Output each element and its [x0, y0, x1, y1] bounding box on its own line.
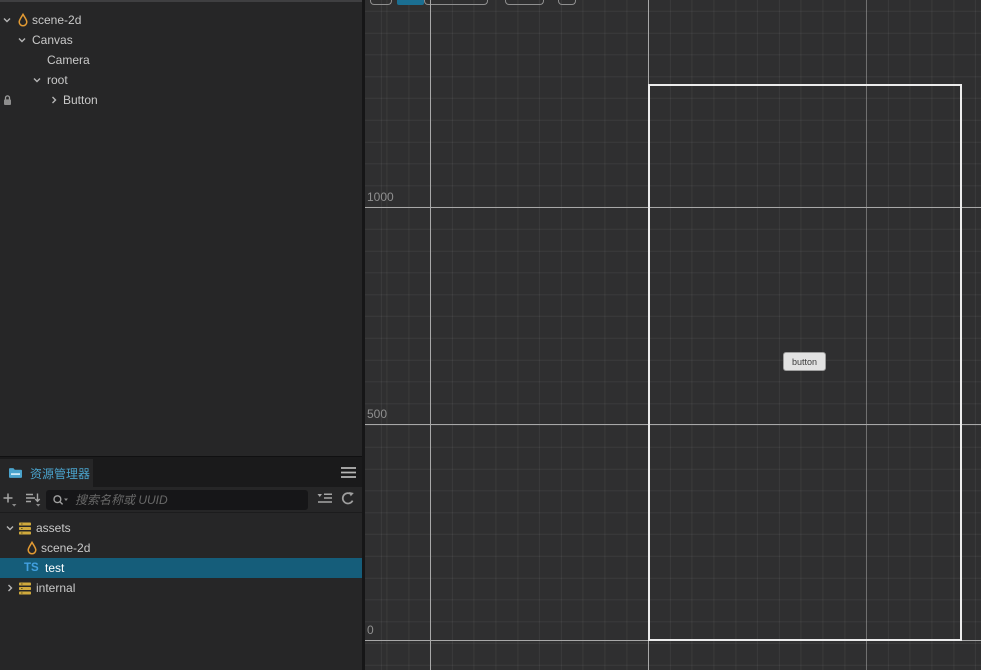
asset-label: internal	[36, 581, 76, 595]
asset-db-icon	[19, 522, 31, 534]
plus-icon	[3, 493, 17, 507]
chevron-down-icon[interactable]	[17, 35, 27, 45]
ruler-label-500: 500	[367, 407, 388, 421]
hierarchy-row-camera[interactable]: Camera	[0, 50, 362, 70]
asset-db-icon	[19, 582, 31, 594]
asset-search-box[interactable]	[46, 490, 308, 510]
chevron-right-icon[interactable]	[5, 583, 15, 593]
assets-panel: 资源管理器 搜索名称或 UUID assets scene-2d TS test…	[0, 456, 362, 670]
search-icon[interactable]	[52, 494, 69, 507]
node-label: Canvas	[32, 33, 73, 47]
lock-icon[interactable]	[2, 94, 13, 106]
refresh-button[interactable]	[339, 491, 357, 509]
hierarchy-panel: scene-2d Canvas Camera root Button	[0, 0, 362, 456]
gizmo-tool-button[interactable]	[370, 0, 392, 5]
ruler-label-1000: 1000	[367, 190, 394, 204]
asset-row-scene-2d[interactable]: scene-2d	[0, 538, 362, 558]
chevron-down-icon[interactable]	[5, 523, 15, 533]
hierarchy-row-root[interactable]: root	[0, 70, 362, 90]
asset-label: scene-2d	[41, 541, 91, 555]
panel-menu-button[interactable]	[340, 466, 357, 479]
editor-window: scene-2d Canvas Camera root Button 资源管理器…	[0, 0, 981, 670]
ruler-label-0: 0	[367, 623, 374, 637]
scene-view[interactable]: 1000 500 0 button	[365, 0, 981, 670]
folder-icon	[9, 468, 22, 478]
chevron-right-icon[interactable]	[49, 95, 59, 105]
node-label: Camera	[47, 53, 90, 67]
asset-row-internal[interactable]: internal	[0, 578, 362, 598]
hamburger-icon	[341, 467, 356, 478]
scene-button-node[interactable]: button	[783, 352, 826, 371]
assets-tree: assets scene-2d TS test internal	[0, 513, 362, 598]
left-column: scene-2d Canvas Camera root Button 资源管理器…	[0, 0, 362, 670]
node-label: scene-2d	[32, 13, 82, 27]
chevron-down-icon[interactable]	[32, 75, 42, 85]
asset-label: test	[45, 561, 65, 575]
list-expand-icon	[317, 493, 332, 503]
panel-tab-label: 资源管理器	[30, 466, 91, 481]
asset-row-test[interactable]: TS test	[0, 558, 362, 578]
scene-asset-icon	[18, 13, 28, 27]
asset-label: assets	[36, 521, 71, 535]
tab-assets-manager[interactable]: 资源管理器	[0, 459, 93, 487]
expand-collapse-button[interactable]	[316, 491, 334, 509]
assets-toolbar	[0, 487, 362, 513]
search-input[interactable]	[73, 492, 302, 508]
scene-button-label: button	[791, 356, 818, 367]
node-label: Button	[63, 93, 98, 107]
scene-asset-icon	[27, 541, 37, 555]
hierarchy-row-button[interactable]: Button	[0, 90, 362, 110]
assets-tabbar: 资源管理器	[0, 457, 362, 487]
asset-row-assets[interactable]: assets	[0, 518, 362, 538]
gizmo-tool-button[interactable]	[424, 0, 488, 5]
grid-major-vline	[430, 0, 431, 670]
typescript-badge: TS	[24, 562, 39, 574]
sort-icon	[26, 493, 41, 507]
gizmo-tool-button-active[interactable]	[397, 0, 424, 5]
chevron-down-icon[interactable]	[2, 15, 12, 25]
hierarchy-row-canvas[interactable]: Canvas	[0, 30, 362, 50]
sort-assets-button[interactable]	[24, 491, 42, 509]
add-asset-button[interactable]	[1, 491, 19, 509]
refresh-icon	[341, 492, 354, 505]
gizmo-tool-button[interactable]	[558, 0, 576, 5]
gizmo-tool-button[interactable]	[505, 0, 544, 5]
node-label: root	[47, 73, 68, 87]
hierarchy-row-scene-2d[interactable]: scene-2d	[0, 10, 362, 30]
